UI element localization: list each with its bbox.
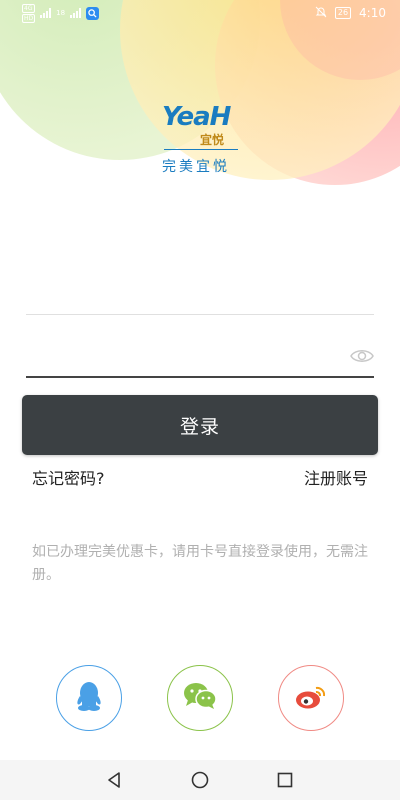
sim2-label: HD (22, 13, 36, 23)
search-app-icon (86, 6, 100, 20)
network-speed: 18 (56, 9, 66, 17)
system-navigation-bar (0, 760, 400, 800)
wechat-icon (183, 682, 217, 714)
status-bar: 4G HD 18 26 4:10 (0, 0, 400, 26)
username-field[interactable] (26, 270, 374, 315)
password-input[interactable] (26, 336, 326, 372)
clock: 4:10 (359, 6, 386, 20)
logo-brand-sub: 宜悦 (200, 133, 225, 147)
qq-login-button[interactable] (56, 665, 122, 731)
logo-brand: YeaH (162, 102, 231, 132)
weibo-login-button[interactable] (278, 665, 344, 731)
forgot-password-link[interactable]: 忘记密码? (32, 465, 105, 489)
qq-icon (74, 680, 104, 716)
recent-apps-icon[interactable] (275, 770, 295, 790)
logo-divider (164, 149, 238, 150)
back-icon[interactable] (104, 770, 124, 790)
logo-slogan: 完美宜悦 (162, 159, 230, 175)
battery-icon: 26 (334, 7, 352, 19)
signal-icon (40, 8, 52, 18)
login-button[interactable]: 登录 (22, 395, 378, 455)
home-icon[interactable] (190, 770, 210, 790)
wechat-login-button[interactable] (167, 665, 233, 731)
sim-indicators: 4G HD (22, 3, 36, 23)
brand-logo: YeaH 宜悦 完美宜悦 (162, 104, 242, 180)
eye-icon[interactable] (350, 348, 374, 364)
mute-icon (315, 6, 327, 21)
weibo-icon (294, 682, 328, 714)
login-notice: 如已办理完美优惠卡，请用卡号直接登录使用，无需注册。 (32, 544, 368, 583)
sim1-label: 4G (22, 3, 36, 13)
password-field[interactable] (26, 336, 374, 378)
username-input[interactable] (26, 270, 326, 306)
register-link[interactable]: 注册账号 (304, 465, 368, 489)
signal-icon-2 (70, 8, 82, 18)
